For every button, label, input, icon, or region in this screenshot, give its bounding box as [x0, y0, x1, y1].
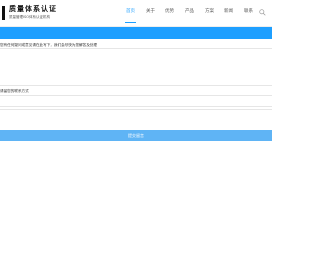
nav-item-home[interactable]: 首页	[126, 9, 135, 15]
nav-item-about[interactable]: 关于	[146, 9, 155, 15]
search-icon[interactable]	[259, 9, 266, 16]
nav-item-contact[interactable]: 联系	[244, 9, 253, 15]
contact-bottom-border	[0, 106, 272, 107]
textarea-bottom-border	[0, 85, 272, 86]
contact-label: 请留您的联系方式	[0, 89, 29, 93]
nav-item-solutions[interactable]: 方案	[205, 9, 214, 15]
page-banner	[0, 27, 272, 39]
logo-mark	[2, 6, 5, 20]
logo-subtitle: 质量管理ISO体系认证机构	[9, 15, 51, 19]
nav-active-underline	[125, 22, 136, 23]
nav-item-advantage[interactable]: 优势	[165, 9, 174, 15]
nav-item-news[interactable]: 新闻	[224, 9, 233, 15]
logo-title: 质量体系认证	[9, 5, 57, 13]
site-header: 质量体系认证 质量管理ISO体系认证机构 首页 关于 优势 产品 方案 新闻 联…	[0, 0, 272, 27]
form-divider	[0, 109, 272, 110]
nav-item-products[interactable]: 产品	[185, 9, 194, 15]
message-textarea[interactable]	[0, 48, 272, 86]
submit-button[interactable]: 提交留言	[0, 130, 272, 141]
